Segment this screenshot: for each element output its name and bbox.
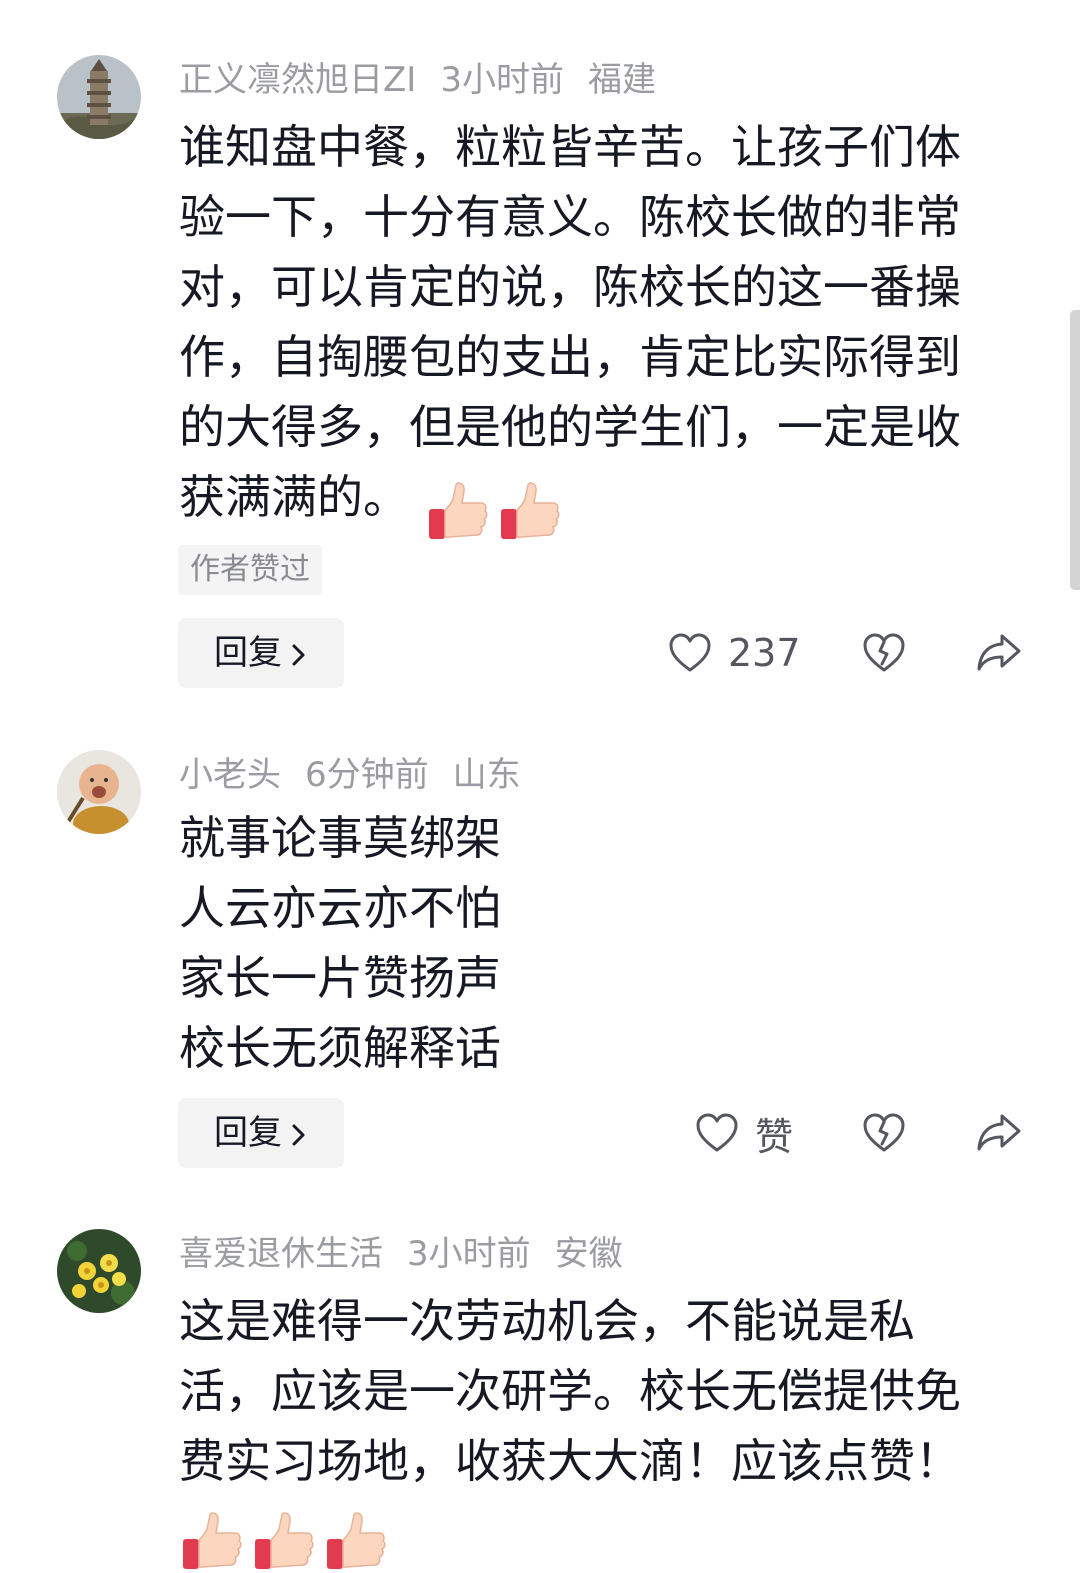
comment-text: 这是难得一次劳动机会，不能说是私 活，应该是一次研学。校长无偿提供免 费实习场地… bbox=[179, 1286, 1009, 1573]
comment-location: 福建 bbox=[587, 60, 656, 100]
thumbs-up-icon bbox=[327, 1511, 386, 1569]
thumbs-up-icon bbox=[501, 481, 560, 539]
author-liked-badge: 作者赞过 bbox=[178, 545, 322, 595]
user-avatar[interactable] bbox=[57, 750, 141, 834]
comment-location: 山东 bbox=[452, 755, 521, 795]
comment-line: 作，自掏腰包的支出，肯定比实际得到 bbox=[179, 330, 961, 384]
comment-text: 就事论事莫绑架 人云亦云亦不怕 家长一片赞扬声 校长无须解释话 bbox=[179, 803, 1009, 1083]
comment-location: 安徽 bbox=[554, 1234, 623, 1274]
username[interactable]: 正义凛然旭日ZI bbox=[179, 60, 416, 100]
thumbs-up-icon bbox=[183, 1511, 242, 1569]
comment-line: 费实习场地，收获大大滴！应该点赞！ bbox=[179, 1434, 961, 1488]
heart-icon bbox=[669, 633, 711, 672]
comment-line: 就事论事莫绑架 bbox=[179, 811, 501, 865]
comment-line: 活，应该是一次研学。校长无偿提供免 bbox=[179, 1364, 961, 1418]
share-icon[interactable] bbox=[976, 632, 1022, 674]
comment-line: 人云亦云亦不怕 bbox=[179, 881, 501, 935]
comment-line: 的大得多，但是他的学生们，一定是收 bbox=[179, 400, 961, 454]
comment-line-text: 获满满的。 bbox=[179, 470, 409, 524]
comment-line: 谁知盘中餐，粒粒皆辛苦。让孩子们体 bbox=[179, 120, 961, 174]
username[interactable]: 喜爱退休生活 bbox=[179, 1234, 383, 1274]
thumbs-up-icon bbox=[429, 481, 488, 539]
comment-line: 校长无须解释话 bbox=[179, 1021, 501, 1075]
comment-time: 3小时前 bbox=[407, 1234, 531, 1274]
user-avatar[interactable] bbox=[57, 1229, 141, 1313]
like-label: 赞 bbox=[755, 1114, 794, 1159]
like-button[interactable]: 237 bbox=[668, 618, 801, 688]
heart-icon bbox=[696, 1113, 738, 1152]
comment-line: 这是难得一次劳动机会，不能说是私 bbox=[179, 1294, 915, 1348]
username[interactable]: 小老头 bbox=[179, 755, 281, 795]
comment-time: 3小时前 bbox=[440, 60, 564, 100]
comment-actions: 237 bbox=[0, 618, 1080, 688]
broken-heart-icon[interactable] bbox=[862, 632, 906, 674]
comment-actions: 赞 bbox=[0, 1098, 1080, 1168]
comment-line-last: 获满满的。 bbox=[179, 462, 1009, 543]
comment-line: 对，可以肯定的说，陈校长的这一番操 bbox=[179, 260, 961, 314]
comment-emoji-line bbox=[179, 1496, 1009, 1573]
like-button[interactable]: 赞 bbox=[695, 1098, 793, 1168]
thumbs-up-icon bbox=[255, 1511, 314, 1569]
share-icon[interactable] bbox=[976, 1112, 1022, 1154]
comment-meta: 小老头 6分钟前 山东 bbox=[179, 750, 545, 800]
like-count: 237 bbox=[728, 631, 801, 675]
comment-text: 谁知盘中餐，粒粒皆辛苦。让孩子们体 验一下，十分有意义。陈校长做的非常 对，可以… bbox=[179, 112, 1009, 543]
comment-meta: 喜爱退休生活 3小时前 安徽 bbox=[179, 1229, 647, 1279]
comment-meta: 正义凛然旭日ZI 3小时前 福建 bbox=[179, 55, 680, 105]
comment-time: 6分钟前 bbox=[305, 755, 429, 795]
comment-line: 家长一片赞扬声 bbox=[179, 951, 501, 1005]
comment-line: 验一下，十分有意义。陈校长做的非常 bbox=[179, 190, 961, 244]
user-avatar[interactable] bbox=[57, 55, 141, 139]
broken-heart-icon[interactable] bbox=[862, 1112, 906, 1154]
scrollbar[interactable] bbox=[1070, 310, 1080, 590]
